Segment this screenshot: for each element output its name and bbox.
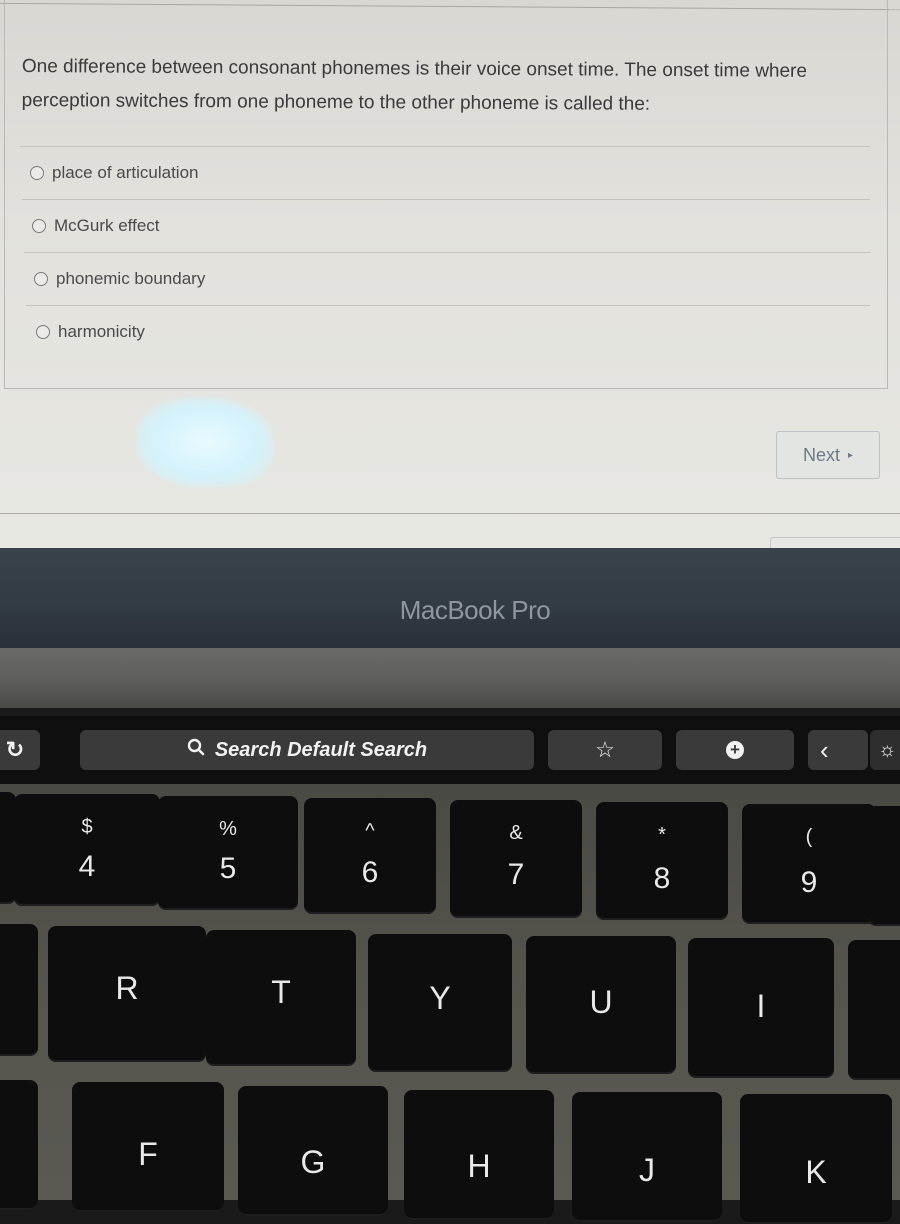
answer-label: harmonicity <box>58 322 145 341</box>
key-letter: R <box>115 970 139 1006</box>
key-h[interactable]: H <box>404 1090 554 1220</box>
answer-option-mcgurk-effect[interactable]: McGurk effect <box>22 199 870 252</box>
key-8[interactable]: * 8 <box>596 802 728 920</box>
answer-list: place of articulation McGurk effect phon… <box>20 146 870 358</box>
brightness-icon: ☼ <box>878 738 897 761</box>
macbook-pro-logo: MacBook Pro <box>399 595 551 625</box>
laptop-screen: One difference between consonant phoneme… <box>0 0 900 548</box>
collapse-control-strip-button[interactable]: ‹ <box>808 730 868 770</box>
new-tab-button[interactable]: + <box>676 730 794 770</box>
key-symbol: * <box>658 824 666 846</box>
key-y[interactable]: Y <box>368 934 512 1072</box>
search-icon <box>187 738 205 762</box>
key-symbol: ( <box>805 826 813 848</box>
question-text: One difference between consonant phoneme… <box>21 55 808 115</box>
key-k[interactable]: K <box>740 1094 892 1224</box>
touchbar-search-button[interactable]: Search Default Search <box>80 730 534 770</box>
key-partial-left[interactable] <box>0 924 38 1056</box>
key-number: 4 <box>78 850 96 883</box>
key-number: 8 <box>653 862 671 895</box>
next-button-label: Next <box>802 444 840 465</box>
key-partial-right[interactable] <box>848 940 900 1080</box>
search-label: Search Default Search <box>214 738 428 761</box>
star-icon: ☆ <box>595 737 615 762</box>
key-r[interactable]: R <box>48 926 206 1062</box>
next-button[interactable]: Next ▸ <box>776 431 880 479</box>
key-letter: I <box>756 988 766 1024</box>
key-number: 6 <box>361 856 379 889</box>
key-letter: H <box>467 1148 491 1184</box>
plus-circle-icon: + <box>726 741 744 759</box>
reload-icon: ↻ <box>5 737 25 762</box>
key-symbol: & <box>509 822 523 844</box>
laptop-hinge <box>0 648 900 708</box>
key-letter: K <box>805 1154 827 1190</box>
key-partial-right[interactable] <box>868 806 900 926</box>
partial-footer-button[interactable] <box>770 537 900 548</box>
answer-label: place of articulation <box>52 163 199 182</box>
key-number: 9 <box>800 866 818 899</box>
key-letter: G <box>300 1144 326 1180</box>
key-4[interactable]: $ 4 <box>14 794 160 906</box>
key-symbol: % <box>219 818 237 840</box>
key-symbol: $ <box>81 816 93 838</box>
key-partial-left[interactable] <box>0 1080 38 1210</box>
key-letter: J <box>639 1152 655 1188</box>
play-arrow-icon: ▸ <box>847 449 854 461</box>
key-i[interactable]: I <box>688 938 834 1078</box>
reload-button[interactable]: ↻ <box>0 730 40 770</box>
key-j[interactable]: J <box>572 1092 722 1222</box>
key-letter: Y <box>429 980 451 1016</box>
brightness-button[interactable]: ☼ <box>870 730 900 770</box>
laptop-bezel: MacBook Pro <box>0 548 900 648</box>
key-letter: F <box>138 1136 158 1172</box>
key-f[interactable]: F <box>72 1082 224 1212</box>
answer-label: phonemic boundary <box>56 269 206 288</box>
key-number: 7 <box>507 858 525 891</box>
key-g[interactable]: G <box>238 1086 388 1216</box>
radio-button-icon[interactable] <box>36 325 50 339</box>
key-letter: T <box>271 974 291 1010</box>
key-letter: U <box>589 984 613 1020</box>
touch-bar: ↻ Search Default Search ☆ + ‹ ☼ <box>0 716 900 784</box>
keyboard: $ 4 % 5 ^ 6 & 7 * 8 ( 9 R T Y U I F G H … <box>0 784 900 1224</box>
radio-button-icon[interactable] <box>32 219 46 233</box>
key-9[interactable]: ( 9 <box>742 804 876 924</box>
answer-label: McGurk effect <box>54 216 160 235</box>
key-5[interactable]: % 5 <box>158 796 298 910</box>
key-u[interactable]: U <box>526 936 676 1074</box>
answer-option-phonemic-boundary[interactable]: phonemic boundary <box>24 252 870 305</box>
bookmark-button[interactable]: ☆ <box>548 730 662 770</box>
answer-option-harmonicity[interactable]: harmonicity <box>26 305 870 358</box>
key-symbol: ^ <box>365 820 375 842</box>
radio-button-icon[interactable] <box>30 166 44 180</box>
screen-glare <box>138 398 273 486</box>
key-7[interactable]: & 7 <box>450 800 582 918</box>
chevron-left-icon: ‹ <box>820 734 829 765</box>
answer-option-place-of-articulation[interactable]: place of articulation <box>20 146 870 199</box>
radio-button-icon[interactable] <box>34 272 48 286</box>
key-number: 5 <box>219 852 237 885</box>
key-t[interactable]: T <box>206 930 356 1066</box>
key-6[interactable]: ^ 6 <box>304 798 436 914</box>
section-divider <box>0 513 900 514</box>
